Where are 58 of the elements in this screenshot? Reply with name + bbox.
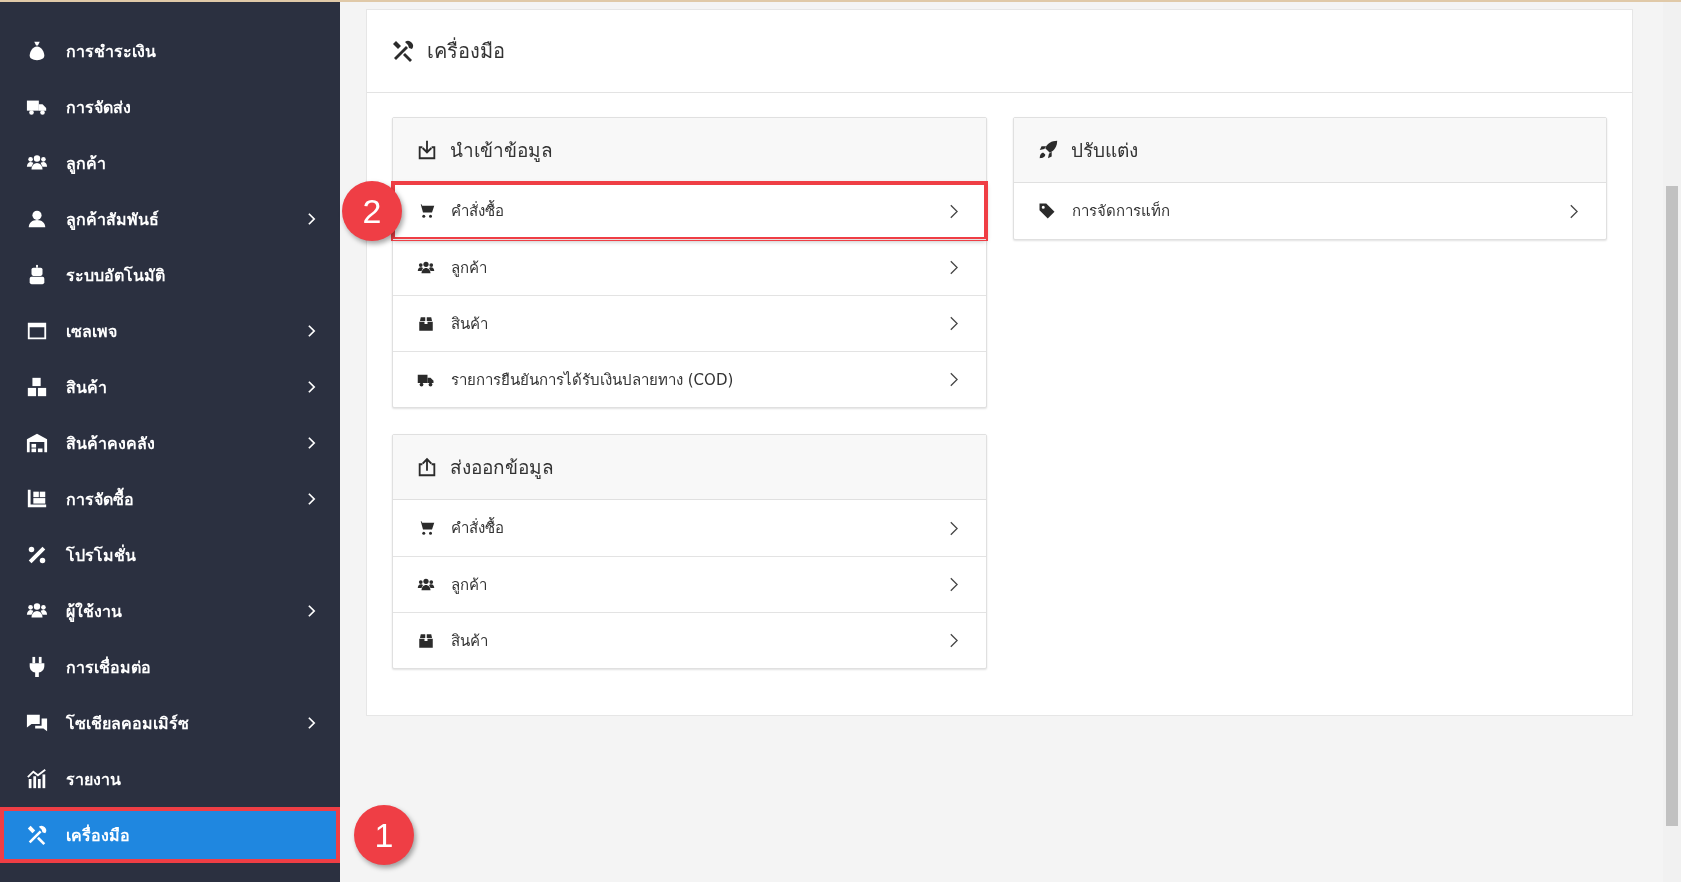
sidebar-item[interactable]: การจัดส่ง — [0, 79, 340, 135]
chevron-right-icon — [307, 716, 316, 730]
scrollbar-thumb[interactable] — [1666, 186, 1678, 826]
chevron-right-icon — [307, 324, 316, 338]
sidebar-item[interactable]: การเชื่อมต่อ — [0, 639, 340, 695]
chevron-right-icon — [307, 212, 316, 226]
tool-list-item[interactable]: สินค้า — [393, 295, 986, 351]
chevron-right-icon — [1569, 203, 1578, 219]
step-number-tooltip: 2 — [342, 181, 402, 241]
sidebar-item[interactable]: เครื่องมือ — [0, 807, 340, 863]
sidebar-item[interactable]: ลูกค้าสัมพันธ์ — [0, 191, 340, 247]
tool-list-item[interactable]: ลูกค้า — [393, 239, 986, 295]
sidebar-item[interactable]: การจัดซื้อ — [0, 471, 340, 527]
chevron-right-icon — [948, 203, 958, 219]
group-title: ส่งออกข้อมูล — [450, 455, 554, 481]
tool-list-item[interactable]: รายการยืนยันการได้รับเงินปลายทาง (COD) — [393, 351, 986, 407]
sidebar-item[interactable]: ระบบอัตโนมัติ — [0, 247, 340, 303]
warehouse-icon — [26, 432, 48, 454]
chevron-right-icon — [948, 577, 958, 592]
box-icon — [417, 314, 435, 333]
chevron-right-icon — [307, 380, 316, 394]
chat-bubbles-icon — [26, 712, 48, 734]
download-icon — [416, 139, 438, 161]
chart-icon — [26, 768, 48, 790]
boxes-icon — [26, 376, 48, 398]
tool-list-item[interactable]: คำสั่งซื้อ — [393, 500, 986, 556]
tool-list-item[interactable]: ลูกค้า — [393, 556, 986, 612]
sidebar-item[interactable]: โปรโมชั่น — [0, 527, 340, 583]
percent-icon — [26, 544, 48, 566]
sidebar-item[interactable]: รายงาน — [0, 751, 340, 807]
browser-window-icon — [26, 320, 48, 342]
group-title: ปรับแต่ง — [1070, 138, 1138, 163]
upload-icon — [416, 456, 438, 478]
box-icon — [417, 631, 435, 650]
page-title: เครื่องมือ — [427, 36, 505, 65]
sidebar-item[interactable]: การชำระเงิน — [0, 23, 340, 79]
chevron-right-icon — [948, 633, 958, 648]
sidebar-item[interactable]: สินค้าคงคลัง — [0, 415, 340, 471]
chevron-right-icon — [307, 604, 316, 618]
tools-icon — [391, 39, 415, 63]
chevron-right-icon — [948, 316, 958, 331]
tool-list-item[interactable]: การจัดการแท็ก — [1013, 183, 1606, 239]
hand-truck-icon — [26, 488, 48, 510]
sidebar-item[interactable]: เซลเพจ — [0, 303, 340, 359]
tool-list-item[interactable]: สินค้า — [393, 612, 986, 668]
sidebar-item[interactable]: โซเชียลคอมเมิร์ซ — [0, 695, 340, 751]
step-number-tooltip: 1 — [354, 805, 414, 865]
chevron-right-icon — [948, 520, 958, 536]
group-title: นำเข้าข้อมูล — [450, 138, 553, 164]
tag-icon — [1037, 202, 1056, 220]
chevron-right-icon — [307, 492, 316, 506]
sidebar-item[interactable]: ลูกค้า — [0, 135, 340, 191]
chevron-right-icon — [307, 436, 316, 450]
chevron-right-icon — [948, 372, 958, 387]
sidebar-item[interactable]: ผู้ใช้งาน — [0, 583, 340, 639]
sidebar-item[interactable]: สินค้า — [0, 359, 340, 415]
chevron-right-icon — [948, 260, 958, 275]
tools-icon — [26, 824, 48, 846]
